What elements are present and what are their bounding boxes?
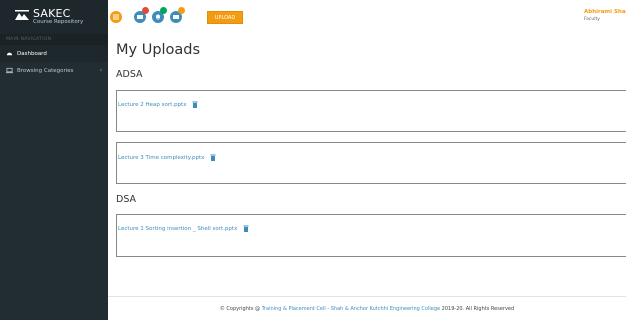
sidebar-item-dashboard[interactable]: Dashboard bbox=[0, 45, 108, 62]
sidebar: SAKEC Course Repository MAIN NAVIGATION … bbox=[0, 0, 108, 320]
footer-link[interactable]: Training & Placement Cell - Shah & Ancho… bbox=[262, 306, 440, 312]
file-item: Lecture 3 Time complexity.pptx bbox=[118, 154, 216, 161]
brand-subtitle: Course Repository bbox=[33, 19, 84, 25]
user-menu[interactable]: Abhirami Shag Faculty bbox=[584, 9, 626, 22]
laptop-icon bbox=[6, 67, 13, 74]
bell-icon bbox=[156, 14, 160, 20]
user-role: Faculty bbox=[584, 17, 600, 22]
top-navbar: UPLOAD Abhirami Shag Faculty bbox=[108, 0, 626, 34]
tasks-badge bbox=[178, 7, 185, 14]
file-panel: Lecture 2 Heap sort.pptx bbox=[116, 90, 626, 132]
brand-title: SAKEC bbox=[33, 7, 71, 20]
user-name: Abhirami Shag bbox=[584, 9, 626, 15]
section-title-dsa: DSA bbox=[116, 194, 137, 205]
landscape-icon bbox=[15, 10, 29, 20]
menu-toggle-button[interactable] bbox=[110, 11, 122, 23]
messages-button[interactable] bbox=[134, 7, 149, 23]
file-link[interactable]: Lecture 3 Time complexity.pptx bbox=[118, 155, 204, 161]
file-item: Lecture 2 Heap sort.pptx bbox=[118, 101, 198, 108]
sidebar-item-label: Dashboard bbox=[17, 50, 47, 57]
notifications-button[interactable] bbox=[152, 7, 167, 23]
footer: © Copyrights @ Training & Placement Cell… bbox=[108, 296, 626, 320]
sidebar-item-label: Browsing Categories bbox=[17, 67, 74, 74]
page-title: My Uploads bbox=[116, 42, 201, 58]
chevron-left-icon: ‹ bbox=[99, 67, 102, 74]
file-link[interactable]: Lecture 2 Heap sort.pptx bbox=[118, 102, 186, 108]
footer-prefix: © Copyrights @ bbox=[219, 305, 261, 312]
hamburger-icon bbox=[113, 14, 119, 20]
upload-button[interactable]: UPLOAD bbox=[207, 11, 243, 24]
envelope-icon bbox=[137, 15, 143, 19]
trash-icon[interactable] bbox=[243, 225, 249, 232]
file-link[interactable]: Lecture 1 Sorting insertion _ Shell sort… bbox=[118, 226, 237, 232]
file-item: Lecture 1 Sorting insertion _ Shell sort… bbox=[118, 225, 249, 232]
footer-suffix: 2019-20. All Rights Reserved bbox=[441, 305, 515, 312]
dashboard-icon bbox=[6, 50, 13, 57]
messages-badge bbox=[142, 7, 149, 14]
flag-icon bbox=[173, 15, 179, 19]
tasks-button[interactable] bbox=[170, 7, 185, 23]
file-panel: Lecture 3 Time complexity.pptx bbox=[116, 142, 626, 184]
file-panel: Lecture 1 Sorting insertion _ Shell sort… bbox=[116, 214, 626, 257]
trash-icon[interactable] bbox=[192, 101, 198, 108]
brand-logo[interactable]: SAKEC Course Repository bbox=[0, 0, 108, 34]
sidebar-item-browsing-categories[interactable]: Browsing Categories ‹ bbox=[0, 62, 108, 79]
section-title-adsa: ADSA bbox=[116, 69, 143, 80]
nav-header: MAIN NAVIGATION bbox=[0, 34, 108, 45]
trash-icon[interactable] bbox=[210, 154, 216, 161]
main-content: My Uploads ADSA Lecture 2 Heap sort.pptx… bbox=[108, 34, 626, 296]
notifications-badge bbox=[160, 7, 167, 14]
